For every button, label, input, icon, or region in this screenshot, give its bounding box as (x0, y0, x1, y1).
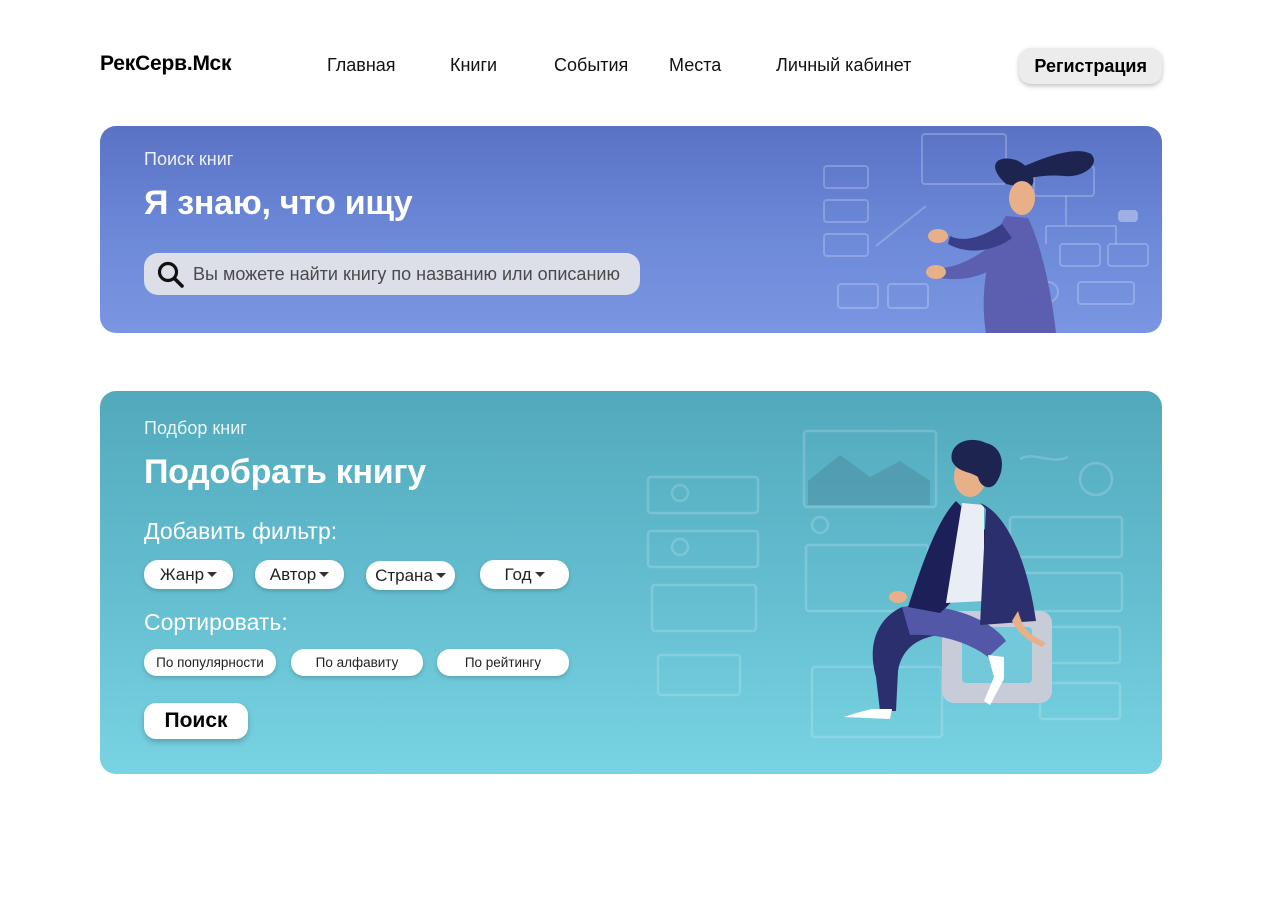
filter-year-dropdown[interactable]: Год (480, 560, 569, 589)
nav-item-account[interactable]: Личный кабинет (776, 55, 911, 76)
search-eyebrow: Поиск книг (144, 149, 234, 169)
filter-country-label: Страна (375, 565, 433, 585)
search-card: Поиск книг Я знаю, что ищу (100, 126, 1162, 333)
filter-author-dropdown[interactable]: Автор (255, 560, 344, 589)
pick-books-card: Подбор книг Подобрать книгу Добавить фил… (100, 391, 1162, 774)
sort-rating-button[interactable]: По рейтингу (437, 649, 569, 676)
sort-label: Сортировать: (144, 609, 288, 635)
caret-down-icon (207, 572, 218, 577)
caret-down-icon (319, 572, 330, 577)
site-header: РекСерв.Мск Главная Книги События Места … (100, 40, 1162, 90)
caret-down-icon (435, 573, 446, 578)
sort-alphabet-button[interactable]: По алфавиту (291, 649, 423, 676)
filter-genre-dropdown[interactable]: Жанр (144, 560, 233, 589)
filter-year-label: Год (504, 564, 532, 584)
nav-item-books[interactable]: Книги (450, 55, 497, 76)
filter-label: Добавить фильтр: (144, 518, 338, 544)
pick-eyebrow: Подбор книг (144, 418, 247, 438)
nav-item-places[interactable]: Места (669, 55, 721, 76)
register-button[interactable]: Регистрация (1019, 48, 1162, 84)
search-icon[interactable] (156, 260, 186, 290)
filter-author-label: Автор (269, 564, 317, 584)
man-sitting-illustration (646, 429, 1124, 739)
filter-genre-label: Жанр (159, 564, 205, 584)
search-title: Я знаю, что ищу (144, 184, 413, 222)
nav-item-events[interactable]: События (554, 55, 628, 76)
nav-item-home[interactable]: Главная (327, 55, 396, 76)
pick-title: Подобрать книгу (144, 453, 426, 491)
filter-country-dropdown[interactable]: Страна (366, 561, 455, 590)
search-box[interactable] (144, 253, 640, 295)
sort-popularity-button[interactable]: По популярности (144, 649, 276, 676)
woman-with-flowchart-illustration (823, 133, 1149, 333)
search-button[interactable]: Поиск (144, 703, 248, 739)
search-input[interactable] (193, 253, 633, 295)
site-logo[interactable]: РекСерв.Мск (100, 52, 231, 76)
caret-down-icon (534, 572, 545, 577)
